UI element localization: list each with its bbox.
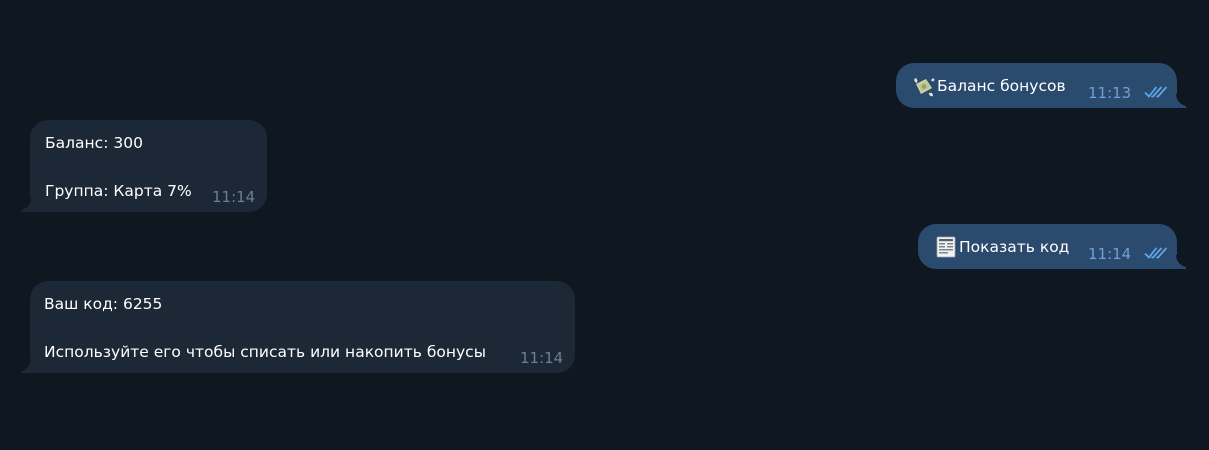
- bubble-tail: [21, 359, 35, 373]
- message-line-group: Группа: Карта 7%: [45, 182, 192, 200]
- bubble-tail: [1172, 94, 1186, 108]
- bubble-tail: [21, 198, 35, 212]
- message-line-balance: Баланс: 300: [45, 134, 143, 152]
- message-time: 11:14: [212, 188, 256, 206]
- message-line-instructions: Используйте его чтобы списать или накопи…: [44, 343, 486, 361]
- chat-history: Баланс бонусов 11:13 Баланс: 300 Группа:…: [0, 0, 1209, 450]
- incoming-message-balance[interactable]: Баланс: 300 Группа: Карта 7% 11:14: [21, 120, 267, 212]
- message-time: 11:13: [1088, 84, 1132, 102]
- message-time: 11:14: [520, 349, 564, 367]
- bubble-tail: [1172, 255, 1186, 269]
- outgoing-message-show-code[interactable]: Показать код 11:14: [918, 224, 1186, 269]
- message-text: Показать код: [959, 238, 1070, 256]
- message-time: 11:14: [1088, 245, 1132, 263]
- double-check-read-icon: [1144, 247, 1167, 259]
- incoming-message-code[interactable]: Ваш код: 6255 Используйте его чтобы спис…: [21, 281, 575, 373]
- double-check-read-icon: [1144, 86, 1167, 98]
- message-line-code: Ваш код: 6255: [44, 295, 163, 313]
- money-with-wings-icon: [914, 78, 935, 97]
- message-text: Баланс бонусов: [937, 77, 1066, 95]
- outgoing-message-balance-request[interactable]: Баланс бонусов 11:13: [896, 63, 1186, 108]
- receipt-icon: [936, 236, 956, 258]
